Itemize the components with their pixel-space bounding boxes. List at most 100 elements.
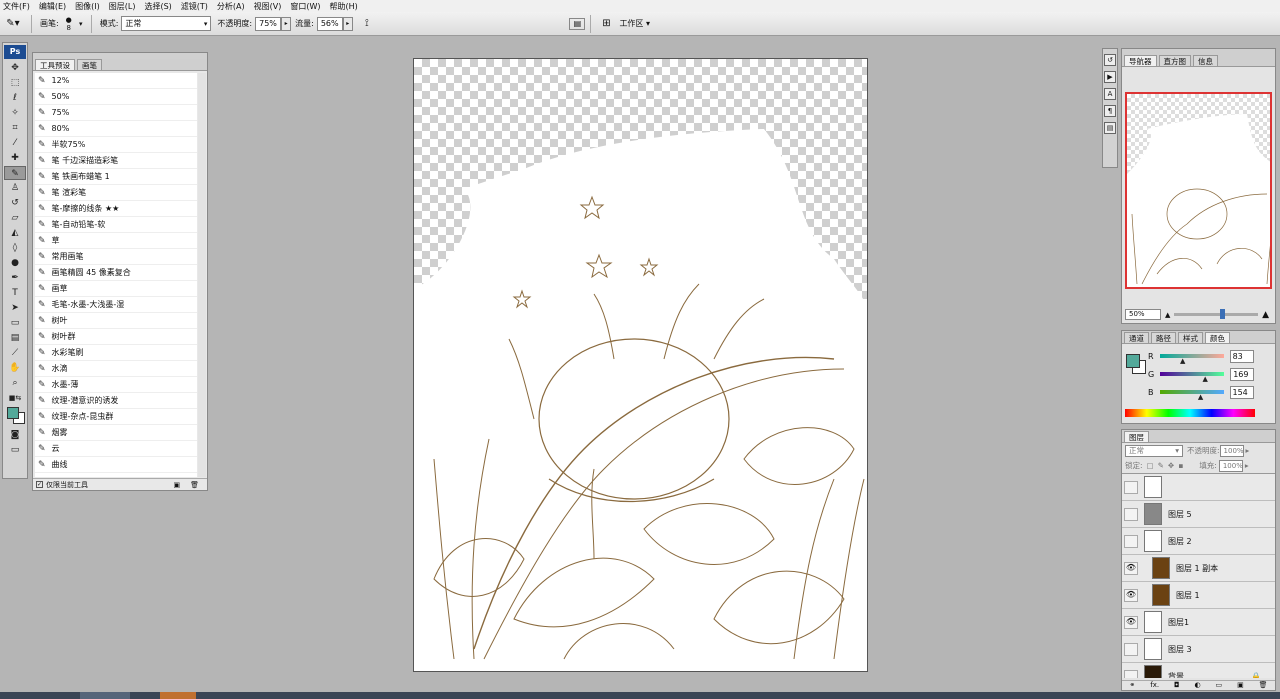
preset-item[interactable]: ✎ 水彩笔刷	[35, 345, 197, 361]
flow-input[interactable]: 56%	[316, 16, 343, 31]
eraser-tool-icon[interactable]: ▱	[4, 211, 26, 225]
screen-mode-icon[interactable]: ▭	[4, 443, 26, 457]
stamp-tool-icon[interactable]: ♙	[4, 181, 26, 195]
mode-select[interactable]: 正常 ▾	[121, 16, 212, 31]
preset-item[interactable]: ✎ 80%	[35, 121, 197, 137]
preset-item[interactable]: ✎ 画草	[35, 281, 197, 297]
eye-icon[interactable]	[1124, 642, 1138, 656]
preset-item[interactable]: ✎ 草	[35, 233, 197, 249]
path-select-icon[interactable]: ➤	[4, 301, 26, 315]
healing-brush-icon[interactable]: ✚	[4, 151, 26, 165]
layer-row[interactable]: 👁 图层 1	[1122, 582, 1275, 609]
layer-row[interactable]: 图层 3	[1122, 636, 1275, 663]
palette-well-icon[interactable]: ▤	[569, 17, 586, 30]
tab-styles[interactable]: 样式	[1178, 332, 1203, 343]
chevron-right-icon[interactable]: ▸	[1246, 446, 1250, 455]
blur-tool-icon[interactable]: ◊	[4, 241, 26, 255]
navigator-preview[interactable]	[1125, 92, 1272, 289]
green-slider[interactable]: ▲	[1160, 372, 1225, 383]
swap-colors-icon[interactable]: ■⇆	[4, 391, 26, 405]
preset-item[interactable]: ✎ 曲线	[35, 457, 197, 473]
slider-knob[interactable]: ▲	[1202, 375, 1207, 383]
menu-analysis[interactable]: 分析(A)	[217, 1, 245, 12]
preset-item[interactable]: ✎ 树叶	[35, 313, 197, 329]
link-icon[interactable]: ⚭	[1129, 681, 1135, 690]
menu-help[interactable]: 帮助(H)	[330, 1, 358, 12]
zoom-slider[interactable]	[1174, 309, 1259, 319]
lock-transparent-icon[interactable]: ▢	[1147, 461, 1154, 470]
move-tool-icon[interactable]: ✥	[4, 61, 26, 75]
tab-color[interactable]: 颜色	[1205, 332, 1230, 343]
tab-navigator[interactable]: 导航器	[1124, 55, 1157, 66]
eyedropper-icon[interactable]: ⟋	[4, 346, 26, 360]
preset-item[interactable]: ✎ 常用画笔	[35, 249, 197, 265]
checkbox-icon[interactable]: ✓	[36, 481, 43, 488]
zoom-tool-icon[interactable]: ⌕	[4, 376, 26, 390]
menu-layer[interactable]: 图层(L)	[109, 1, 136, 12]
chevron-down-icon[interactable]: ▾	[76, 17, 86, 31]
notes-tool-icon[interactable]: ▤	[4, 331, 26, 345]
character-icon[interactable]: A	[1104, 88, 1116, 100]
preset-item[interactable]: ✎ 笔 铁画布蜡笔 1	[35, 169, 197, 185]
preset-item[interactable]: ✎ 半软75%	[35, 137, 197, 153]
menu-edit[interactable]: 编辑(E)	[39, 1, 66, 12]
menu-window[interactable]: 窗口(W)	[290, 1, 320, 12]
zoom-out-icon[interactable]: ▲	[1165, 311, 1170, 319]
eye-icon[interactable]	[1124, 534, 1138, 548]
dodge-tool-icon[interactable]: ●	[4, 256, 26, 270]
lock-position-icon[interactable]: ✥	[1168, 461, 1174, 470]
layer-opacity-input[interactable]: 100%	[1219, 444, 1244, 457]
history-icon[interactable]: ↺	[1104, 54, 1116, 66]
slider-knob[interactable]: ▲	[1180, 357, 1185, 365]
opacity-slider-button[interactable]: ▸	[281, 16, 292, 31]
preset-item[interactable]: ✎ 毛笔-水墨-大浅墨-湿	[35, 297, 197, 313]
new-preset-icon[interactable]: ▣	[173, 481, 180, 489]
tab-tool-presets[interactable]: 工具预设	[35, 59, 75, 70]
menu-view[interactable]: 视图(V)	[254, 1, 282, 12]
tab-channels[interactable]: 通道	[1124, 332, 1149, 343]
preset-item[interactable]: ✎ 笔-自动铅笔-软	[35, 217, 197, 233]
document-canvas[interactable]	[413, 58, 868, 672]
preset-item[interactable]: ✎ 水滴	[35, 361, 197, 377]
preset-item[interactable]: ✎ 树叶群	[35, 329, 197, 345]
lock-image-icon[interactable]: ✎	[1158, 461, 1164, 470]
chevron-right-icon[interactable]: ▸	[1245, 461, 1249, 470]
tab-info[interactable]: 信息	[1193, 55, 1218, 66]
trash-icon[interactable]: 🗑	[1259, 681, 1268, 690]
layer-row[interactable]	[1122, 474, 1275, 501]
workspace-menu[interactable]: 工作区 ▾	[619, 18, 650, 29]
group-icon[interactable]: ▭	[1216, 681, 1223, 690]
bucket-tool-icon[interactable]: ◭	[4, 226, 26, 240]
zoom-in-icon[interactable]: ▲	[1262, 310, 1269, 320]
flow-slider-button[interactable]: ▸	[342, 16, 353, 31]
tab-brushes[interactable]: 画笔	[77, 59, 102, 70]
crop-tool-icon[interactable]: ⌗	[4, 121, 26, 135]
slice-tool-icon[interactable]: ⁄	[4, 136, 26, 150]
history-brush-icon[interactable]: ↺	[4, 196, 26, 210]
preset-item[interactable]: ✎ 画笔精圆 45 像素复合	[35, 265, 197, 281]
mask-icon[interactable]: ◘	[1174, 681, 1180, 690]
eye-icon[interactable]	[1124, 507, 1138, 521]
green-input[interactable]: 169	[1230, 367, 1255, 381]
slider-knob[interactable]: ▲	[1198, 393, 1203, 401]
menu-file[interactable]: 文件(F)	[3, 1, 30, 12]
zoom-slider-knob[interactable]	[1220, 309, 1226, 319]
red-slider[interactable]: ▲	[1159, 354, 1224, 365]
lock-all-icon[interactable]: ▪	[1178, 461, 1183, 470]
eye-icon[interactable]: 👁	[1124, 588, 1138, 602]
actions-icon[interactable]: ▶	[1104, 71, 1116, 83]
pen-tool-icon[interactable]: ✒	[4, 271, 26, 285]
blue-input[interactable]: 154	[1229, 385, 1254, 399]
tab-layers[interactable]: 图层	[1124, 431, 1149, 442]
quick-mask-icon[interactable]: ◙	[4, 428, 26, 442]
blend-mode-select[interactable]: 正常 ▾	[1125, 444, 1183, 457]
layer-row[interactable]: 图层 2	[1122, 528, 1275, 555]
preset-item[interactable]: ✎ 笔-摩擦的线条 ★★	[35, 201, 197, 217]
color-spectrum[interactable]	[1125, 409, 1255, 417]
menu-filter[interactable]: 滤镜(T)	[181, 1, 208, 12]
blue-slider[interactable]: ▲	[1159, 390, 1224, 401]
eye-icon[interactable]	[1124, 669, 1138, 678]
brush-tool-icon[interactable]: ✎	[4, 166, 26, 180]
preset-item[interactable]: ✎ 纹理-杂点-昆虫群	[35, 409, 197, 425]
adjustment-icon[interactable]: ◐	[1194, 681, 1200, 690]
